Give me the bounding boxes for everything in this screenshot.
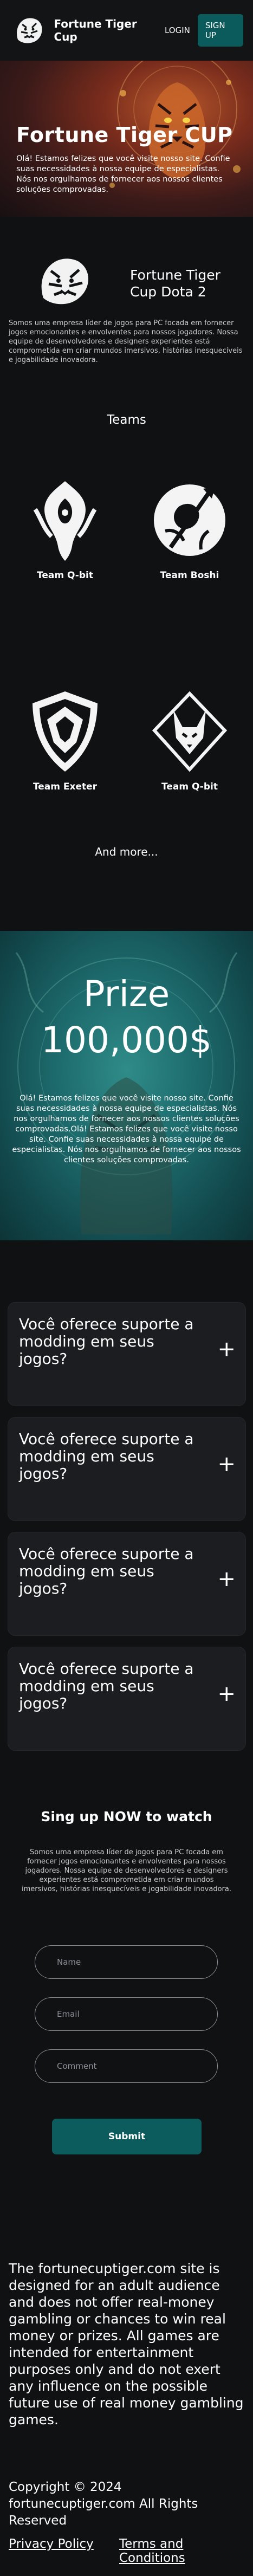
prize-label: Prize xyxy=(83,973,170,1015)
faq-question: Você oferece suporte a modding em seus j… xyxy=(19,1660,194,1712)
shield-emblem-icon xyxy=(33,691,98,772)
plus-icon[interactable]: + xyxy=(217,1453,236,1475)
faq-item[interactable]: Você oferece suporte a modding em seus j… xyxy=(8,1417,246,1521)
signup-button[interactable]: SIGN UP xyxy=(197,14,243,47)
signup-text: Somos uma empresa líder de jogos para PC… xyxy=(22,1848,231,1893)
team-card[interactable]: Team Boshi xyxy=(135,477,244,581)
faq-question: Você oferece suporte a modding em seus j… xyxy=(19,1545,194,1597)
site-header: Fortune Tiger Cup LOGIN SIGN UP xyxy=(0,0,253,61)
disclaimer-text: The fortunecuptiger.com site is designed… xyxy=(9,2261,244,2428)
tiger-logo-icon xyxy=(41,258,89,305)
prize-amount: 100,000$ xyxy=(41,1019,212,1061)
prize-banner: Prize 100,000$ Olá! Estamos felizes que … xyxy=(0,931,253,1240)
privacy-policy-link[interactable]: Privacy Policy xyxy=(9,2537,94,2551)
faq-question: Você oferece suporte a modding em seus j… xyxy=(19,1315,194,1368)
faq-item[interactable]: Você oferece suporte a modding em seus j… xyxy=(8,1302,246,1406)
hero-title: Fortune Tiger CUP xyxy=(16,123,233,147)
hero-banner: Fortune Tiger CUP Olá! Estamos felizes q… xyxy=(0,61,253,217)
team-card[interactable]: Team Q-bit xyxy=(11,477,119,581)
prize-text: Olá! Estamos felizes que você visite nos… xyxy=(12,1094,241,1164)
login-button[interactable]: LOGIN xyxy=(160,20,194,41)
comment-field[interactable]: Comment xyxy=(35,2049,218,2083)
name-field[interactable]: Name xyxy=(35,1945,218,1979)
plus-icon[interactable]: + xyxy=(217,1568,236,1590)
team-card[interactable]: Team Q-bit xyxy=(135,688,244,792)
hero-text: Olá! Estamos felizes que você visite nos… xyxy=(16,154,230,194)
faq-item[interactable]: Você oferece suporte a modding em seus j… xyxy=(8,1647,246,1751)
team-card[interactable]: Team Exeter xyxy=(11,688,119,792)
team-name: Team Q-bit xyxy=(37,570,93,581)
submit-button[interactable]: Submit xyxy=(52,2119,202,2154)
site-name[interactable]: Fortune Tiger Cup xyxy=(54,17,160,43)
faq-question: Você oferece suporte a modding em seus j… xyxy=(19,1430,194,1483)
fox-emblem-icon xyxy=(152,691,228,772)
email-placeholder: Email xyxy=(57,2009,80,2019)
copyright-text: Copyright © 2024 fortunecuptiger.com All… xyxy=(9,2480,198,2528)
warrior-emblem-icon xyxy=(154,484,225,556)
comment-placeholder: Comment xyxy=(57,2061,97,2071)
team-name: Team Q-bit xyxy=(161,781,218,792)
plus-icon[interactable]: + xyxy=(217,1338,236,1360)
teams-title: Teams xyxy=(107,413,146,427)
and-more-label: And more... xyxy=(95,845,158,858)
tiger-logo-icon[interactable] xyxy=(10,10,48,50)
about-title: Fortune Tiger Cup Dota 2 xyxy=(130,267,220,300)
about-text: Somos uma empresa líder de jogos para PC… xyxy=(9,319,243,364)
dragon-emblem-icon xyxy=(33,481,97,561)
team-name: Team Boshi xyxy=(160,570,219,581)
faq-item[interactable]: Você oferece suporte a modding em seus j… xyxy=(8,1532,246,1636)
terms-link[interactable]: Terms and Conditions xyxy=(119,2537,253,2565)
signup-title: Sing up NOW to watch xyxy=(41,1809,212,1824)
name-placeholder: Name xyxy=(57,1957,81,1967)
email-field[interactable]: Email xyxy=(35,1997,218,2031)
plus-icon[interactable]: + xyxy=(217,1683,236,1705)
team-name: Team Exeter xyxy=(33,781,98,792)
